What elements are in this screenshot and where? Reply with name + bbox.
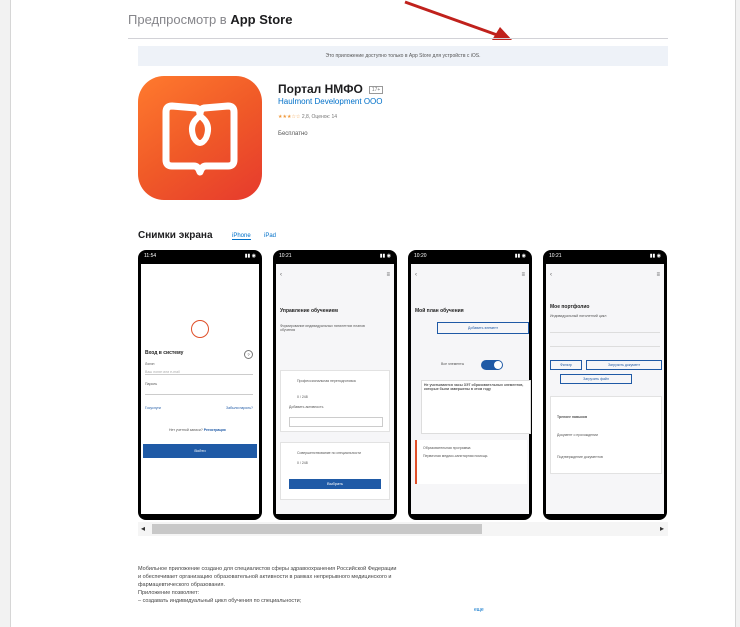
screenshots-title: Снимки экрана [138,230,213,241]
select-button[interactable]: Выбрать [289,479,381,489]
toggle[interactable] [481,360,503,370]
description-line: – создавать индивидуальный цикл обучения… [138,598,302,604]
forgot-link[interactable]: Забыли пароль? [226,406,253,410]
status-time: 10:21 [549,253,562,259]
add-document-button[interactable]: Загрузить документ [586,360,662,370]
filter-button[interactable]: Фильтр [550,360,582,370]
open-book-icon [162,102,238,176]
tab-ipad[interactable]: iPad [264,233,276,239]
info-notice: Не учитываются часы ЗЭТ образовательных … [421,380,531,434]
description-line: фармацевтического образования. [138,582,226,588]
toggle-label: Все элементы [441,362,465,366]
screen: Вход в систему ? Логин Ваш логин или e-m… [141,264,259,514]
description-line: Мобильное приложение создано для специал… [138,566,397,572]
password-label: Пароль [145,382,158,386]
screen: ‹ ≡ Мой план обучения Добавить элемент В… [411,264,531,514]
esia-link[interactable]: Госуслуги [145,406,161,410]
signal-icon: ▮▮ ◉ [514,253,526,259]
section-text: Формирование индивидуальных пятилетних п… [280,324,365,332]
portfolio-subtitle: Индивидуальный пятилетний цикл [550,314,607,318]
password-input[interactable] [145,394,253,395]
card[interactable]: Совершенствование по специальности 0 / 2… [280,442,390,500]
tab-iphone[interactable]: iPhone [232,233,251,240]
description-line: Приложение позволяет: [138,590,200,596]
screenshot-1[interactable]: 11:54 ▮▮ ◉ Вход в систему ? Логин Ваш ло… [138,250,262,520]
login-input[interactable]: Ваш логин или e-mail [145,370,253,375]
app-description: Мобильное приложение создано для специал… [138,565,518,605]
developer-link[interactable]: Haulmont Development OOO [278,97,383,106]
app-icon [138,76,262,200]
header-prefix: Предпросмотр в [128,12,231,27]
plan-item-title: Образовательная программа [423,446,471,450]
portal-logo-icon [191,320,209,338]
portfolio-item-text: Документ о прохождении [557,433,598,437]
signal-icon: ▮▮ ◉ [244,253,256,259]
screen: ‹ ≡ Мое портфолио Индивидуальный пятилет… [546,264,664,514]
header-app-store: App Store [230,12,293,27]
more-link[interactable]: еще [474,607,484,613]
status-time: 10:20 [414,253,427,259]
page-header: Предпросмотр в App Store [128,12,668,39]
add-element-button[interactable]: Добавить элемент [437,322,529,334]
price: Бесплатно [278,131,308,137]
app-name: Портал НМФО [278,82,363,96]
cycle-select[interactable] [550,324,660,333]
portfolio-item-title: Тренинг навыков [557,415,588,419]
menu-icon: ≡ [656,272,660,278]
screenshot-2[interactable]: 10:21 ▮▮ ◉ ‹ ≡ Управление обучением Форм… [273,250,397,520]
description-line: и обеспечивает организацию образовательн… [138,574,392,580]
rating-stars: ★★★☆☆ [278,114,301,120]
login-label: Логин [145,362,155,366]
signal-icon: ▮▮ ◉ [649,253,661,259]
date-select[interactable] [550,338,660,347]
scroll-left-icon[interactable]: ◂ [141,524,145,533]
login-title: Вход в систему [145,350,184,356]
status-time: 11:54 [144,253,157,259]
ios-only-notice: Это приложение доступно только в App Sto… [138,46,668,66]
portfolio-title: Мое портфолио [550,304,590,310]
help-icon: ? [244,350,253,359]
menu-icon: ≡ [521,272,525,278]
upload-file-button[interactable]: Загрузить файл [560,374,632,384]
back-icon: ‹ [280,272,282,278]
rating: ★★★☆☆ 2,8, Оценок: 14 [278,114,337,120]
signal-icon: ▮▮ ◉ [379,253,391,259]
plan-item-text: Первичная медико-санитарная помощь [423,454,488,458]
register-question: Нет учетной записи? [169,428,203,432]
menu-icon: ≡ [386,272,390,278]
rating-text: 2,8, Оценок: 14 [301,114,338,120]
card-title: Совершенствование по специальности [297,451,361,455]
status-time: 10:21 [279,253,292,259]
add-activity[interactable]: Добавить активность [289,405,323,409]
card-button[interactable] [289,417,383,427]
app-title: Портал НМФО 17+ [278,82,384,96]
age-badge: 17+ [368,85,384,94]
screenshot-4[interactable]: 10:21 ▮▮ ◉ ‹ ≡ Мое портфолио Индивидуаль… [543,250,667,520]
scroll-right-icon[interactable]: ▸ [660,524,664,533]
portfolio-item[interactable]: Тренинг навыков Документ о прохождении П… [550,396,662,474]
register-link[interactable]: Регистрация [204,428,226,432]
card-value: 0 / 248 [297,461,308,465]
card[interactable]: Профессиональная переподготовка 0 / 248 … [280,370,390,432]
card-title: Профессиональная переподготовка [297,379,356,383]
login-button[interactable]: Войти [143,444,257,458]
register-row: Нет учетной записи? Регистрация [169,428,226,432]
portfolio-item-footer: Подтверждение документов [557,455,603,459]
plan-title: Мой план обучения [415,308,464,314]
plan-item[interactable]: Образовательная программа Первичная меди… [415,440,527,484]
back-icon: ‹ [415,272,417,278]
section-title: Управление обучением [280,308,338,314]
card-value: 0 / 248 [297,395,308,399]
scroll-thumb[interactable] [152,524,482,534]
back-icon: ‹ [550,272,552,278]
screenshot-3[interactable]: 10:20 ▮▮ ◉ ‹ ≡ Мой план обучения Добавит… [408,250,532,520]
screenshots-scrollbar[interactable]: ◂ ▸ [138,522,668,536]
screen: ‹ ≡ Управление обучением Формирование ин… [276,264,394,514]
